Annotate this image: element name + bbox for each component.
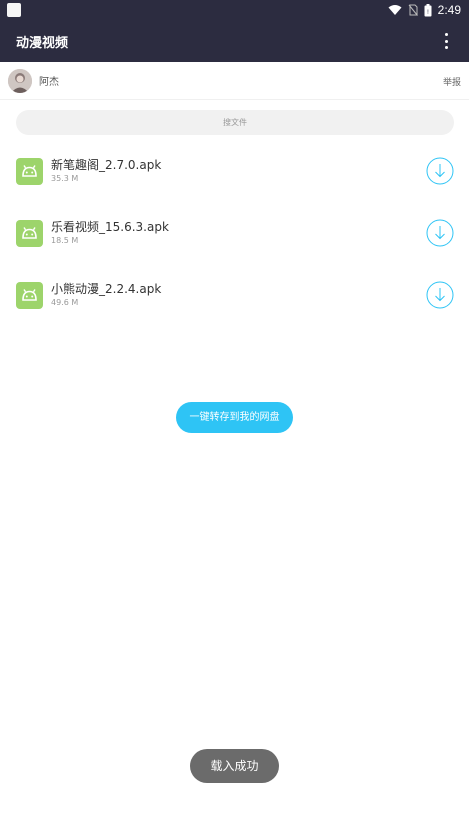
android-icon xyxy=(16,220,43,247)
avatar[interactable] xyxy=(8,69,32,93)
status-bar: ! 2:49 xyxy=(0,0,469,20)
status-icons: ! 2:49 xyxy=(388,0,461,20)
file-name: 乐看视频_15.6.3.apk xyxy=(51,220,169,234)
more-vert-icon[interactable] xyxy=(437,32,455,50)
app-title: 动漫视频 xyxy=(16,36,69,51)
file-name: 小熊动漫_2.2.4.apk xyxy=(51,282,162,296)
no-sim-icon xyxy=(408,4,418,16)
file-size: 18.5 M xyxy=(51,236,79,245)
battery-icon: ! xyxy=(424,3,432,16)
notification-icon xyxy=(7,3,21,17)
download-icon[interactable] xyxy=(426,219,454,247)
file-item[interactable]: 新笔趣阁_2.7.0.apk 35.3 M xyxy=(0,151,469,201)
sharer-name[interactable]: 阿杰 xyxy=(39,73,59,88)
file-name: 新笔趣阁_2.7.0.apk xyxy=(51,158,162,172)
app-bar: 动漫视频 xyxy=(0,20,469,62)
file-item[interactable]: 乐看视频_15.6.3.apk 18.5 M xyxy=(0,213,469,263)
android-icon xyxy=(16,282,43,309)
download-icon[interactable] xyxy=(426,157,454,185)
file-item[interactable]: 小熊动漫_2.2.4.apk 49.6 M xyxy=(0,275,469,325)
save-to-drive-button[interactable]: 一键转存到我的网盘 xyxy=(176,402,293,433)
file-size: 35.3 M xyxy=(51,174,79,183)
download-icon[interactable] xyxy=(426,281,454,309)
file-size: 49.6 M xyxy=(51,298,79,307)
avatar-image xyxy=(8,69,32,93)
toast-message: 载入成功 xyxy=(190,749,279,783)
android-icon xyxy=(16,158,43,185)
sharer-row: 阿杰 举报 xyxy=(0,62,469,100)
status-time: 2:49 xyxy=(437,3,461,17)
report-link[interactable]: 举报 xyxy=(443,75,461,88)
search-files-input[interactable]: 搜文件 xyxy=(16,110,454,135)
wifi-icon xyxy=(388,5,402,15)
